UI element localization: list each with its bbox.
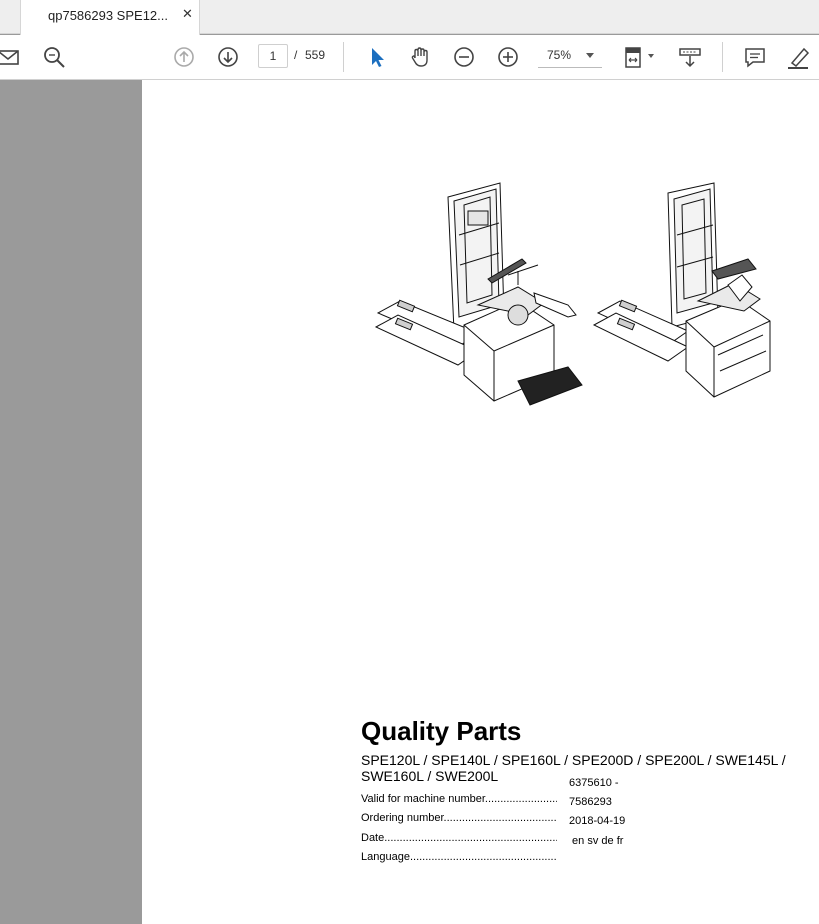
machine-number-to: 7586293	[569, 796, 612, 808]
toolbar-divider	[343, 42, 344, 72]
select-cursor-icon[interactable]	[363, 43, 391, 71]
row-label: Valid for machine number	[361, 793, 485, 805]
toolbar-divider	[722, 42, 723, 72]
row-label: Language	[361, 851, 410, 863]
ordering-number-value: 2018-04-19	[569, 815, 626, 827]
tab-bar: qp7586293 SPE12... ✕	[0, 0, 819, 35]
zoom-select[interactable]: 75%	[538, 44, 602, 68]
highlight-pen-icon[interactable]	[784, 43, 812, 71]
page-down-icon[interactable]	[214, 43, 242, 71]
scroll-mode-icon[interactable]	[676, 43, 704, 71]
row-label: Ordering number	[361, 812, 444, 824]
row-dots: ........................................…	[409, 851, 557, 863]
row-label: Date	[361, 832, 385, 844]
document-tab[interactable]: qp7586293 SPE12... ✕	[20, 0, 200, 35]
row-dots: ......................................	[484, 793, 557, 805]
hand-tool-icon[interactable]	[406, 43, 434, 71]
machine-number-from: 6375610 -	[569, 777, 619, 789]
zoom-in-icon[interactable]	[494, 43, 522, 71]
date-row: Date....................................…	[361, 832, 557, 847]
zoom-out-icon[interactable]	[450, 43, 478, 71]
valid-machine-number-row: Valid for machine number................…	[361, 793, 557, 808]
row-dots: ........................................…	[443, 812, 557, 824]
language-row: Language................................…	[361, 851, 557, 866]
comment-icon[interactable]	[741, 43, 769, 71]
tab-title: qp7586293 SPE12...	[48, 8, 168, 23]
zoom-value: 75%	[547, 48, 572, 62]
page-fit-icon[interactable]	[620, 43, 660, 71]
close-tab-icon[interactable]: ✕	[182, 6, 193, 22]
zoom-search-icon[interactable]	[40, 43, 68, 71]
document-title: Quality Parts	[361, 716, 522, 746]
toolbar: 1 / 559 75%	[0, 35, 819, 80]
ordering-number-row: Ordering number.........................…	[361, 812, 557, 827]
mail-icon[interactable]	[0, 43, 22, 71]
page-total: 559	[305, 48, 326, 62]
row-dots: ........................................…	[384, 832, 557, 844]
page-number-input[interactable]: 1	[258, 44, 288, 68]
chevron-down-icon	[586, 53, 594, 58]
page-separator: /	[294, 48, 298, 62]
page-up-icon[interactable]	[170, 43, 198, 71]
pallet-stacker-illustration	[374, 182, 771, 406]
date-value: en sv de fr	[569, 835, 624, 847]
